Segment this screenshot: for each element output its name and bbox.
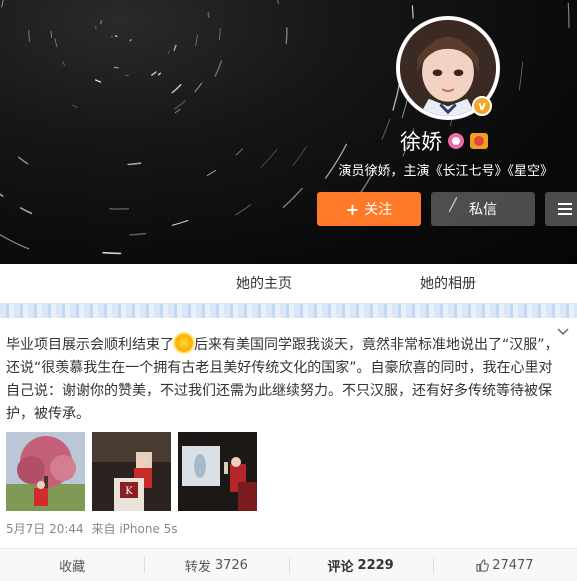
profile-tabs: 她的主页 她的相册: [0, 264, 577, 304]
star-trail: [518, 61, 523, 91]
post-image-2[interactable]: K: [92, 432, 171, 511]
post-image-1[interactable]: [6, 432, 85, 511]
star-trail: [151, 71, 157, 76]
post-actions: 收藏 转发 3726 评论 2229 27477: [0, 548, 577, 581]
post-image-3[interactable]: [178, 432, 257, 511]
decorative-strip: [0, 304, 577, 318]
tab-home[interactable]: 她的主页: [236, 264, 292, 304]
star-trail: [0, 193, 4, 197]
star-trail: [129, 232, 147, 236]
star-trail: [214, 60, 223, 77]
repost-label: 转发: [184, 559, 211, 575]
star-trail: [1, 0, 4, 8]
post-source: 来自 iPhone 5s: [91, 522, 178, 536]
star-trail: [72, 104, 78, 108]
star-trail: [206, 169, 216, 177]
star-trail: [100, 20, 103, 25]
star-trail: [235, 148, 244, 156]
post-text: 毕业项目展示会顺利结束了 后来有美国同学跟我谈天，竟然非常标准地说出了“汉服”，还…: [6, 334, 566, 426]
star-trail: [127, 162, 142, 166]
star-trail: [173, 44, 177, 51]
star-trail: [171, 83, 182, 94]
verified-icon: v: [472, 96, 492, 116]
vip-icon[interactable]: [470, 133, 488, 149]
star-trail: [207, 11, 210, 18]
name-row: 徐娇: [400, 126, 488, 156]
star-trail: [194, 82, 202, 93]
favorite-label: 收藏: [59, 559, 86, 575]
comment-button[interactable]: 评论 2229: [288, 549, 433, 581]
star-trail: [219, 28, 221, 41]
post-meta: 5月7日 20:44 来自 iPhone 5s: [6, 520, 182, 537]
like-icon: [476, 558, 490, 572]
post-text-part1: 毕业项目展示会顺利结束了: [6, 337, 174, 353]
star-trail: [567, 2, 570, 29]
star-trail: [235, 204, 252, 216]
star-trail: [173, 100, 186, 110]
star-trail: [129, 39, 132, 42]
star-trail: [50, 30, 52, 38]
star-trail: [61, 61, 66, 67]
star-trail: [102, 251, 122, 255]
star-trail: [17, 156, 29, 165]
sun-emoji-icon: [175, 334, 193, 352]
presentation-photo: [178, 432, 257, 511]
follow-label: 关注: [364, 202, 393, 218]
star-trail: [54, 38, 58, 48]
star-trail: [28, 29, 31, 42]
star-trail: [260, 149, 278, 168]
star-trail: [285, 27, 288, 45]
profile-cover: v 徐娇 演员徐娇，主演《长江七号》《星空》 + 关注 私信: [0, 0, 577, 264]
plus-icon: +: [345, 199, 360, 219]
star-trail: [157, 72, 162, 76]
star-trail: [381, 118, 391, 140]
menu-icon[interactable]: [545, 192, 577, 226]
star-trail: [292, 146, 307, 166]
star-trail: [195, 35, 198, 47]
repost-button[interactable]: 转发 3726: [144, 549, 288, 581]
star-trail: [94, 79, 102, 83]
message-label: 私信: [469, 202, 497, 218]
profile-name: 徐娇: [400, 130, 442, 154]
favorite-button[interactable]: 收藏: [0, 549, 144, 581]
star-trail: [167, 50, 170, 55]
star-trail: [0, 234, 30, 250]
svg-text:K: K: [125, 486, 133, 497]
weibo-post: 毕业项目展示会顺利结束了 后来有美国同学跟我谈天，竟然非常标准地说出了“汉服”，还…: [0, 318, 577, 548]
follow-button[interactable]: + 关注: [317, 192, 421, 226]
repost-count: 3726: [214, 557, 248, 573]
comment-count: 2229: [357, 557, 394, 573]
star-trail: [110, 35, 113, 38]
comment-label: 评论: [327, 559, 354, 575]
star-trail: [277, 0, 279, 4]
star-trail: [19, 207, 33, 215]
star-trail: [282, 187, 303, 209]
star-trail: [171, 219, 189, 226]
cherry-tree-photo: [6, 432, 85, 511]
like-count: 27477: [492, 557, 534, 573]
star-trail: [174, 108, 181, 114]
post-images: K: [6, 432, 257, 511]
podium-photo: K: [92, 432, 171, 511]
message-button[interactable]: 私信: [431, 192, 535, 226]
like-button[interactable]: 27477: [432, 549, 577, 581]
tab-album[interactable]: 她的相册: [420, 264, 476, 304]
female-icon: [448, 133, 464, 149]
post-time[interactable]: 5月7日 20:44: [6, 522, 84, 536]
star-trail: [411, 5, 414, 19]
profile-description: 演员徐娇，主演《长江七号》《星空》: [338, 164, 553, 179]
